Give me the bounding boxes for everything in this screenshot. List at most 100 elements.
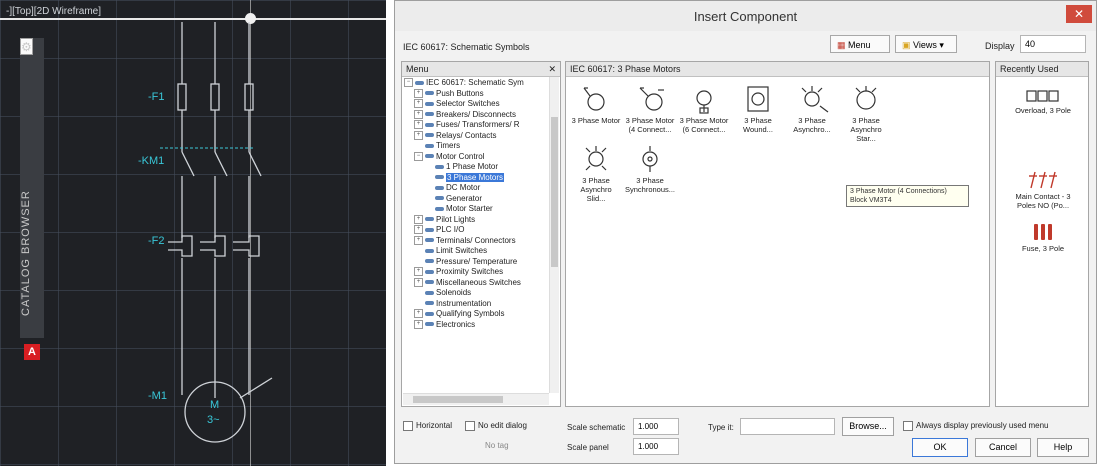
symbol-folder-icon bbox=[425, 91, 434, 96]
symbol-folder-icon bbox=[425, 143, 434, 148]
overload-2 bbox=[200, 235, 226, 257]
tree-item-label: Fuses/ Transformers/ R bbox=[436, 120, 520, 129]
fuse-3 bbox=[244, 83, 254, 111]
symbol-folder-icon bbox=[415, 80, 424, 85]
tree-item[interactable]: + Fuses/ Transformers/ R bbox=[404, 120, 544, 131]
views-icon: ▣ bbox=[902, 40, 911, 50]
tree-vertical-scrollbar[interactable] bbox=[549, 77, 559, 393]
tree-item[interactable]: Instrumentation bbox=[404, 299, 544, 310]
tree-item[interactable]: Solenoids bbox=[404, 288, 544, 299]
symbol-folder-icon bbox=[435, 206, 444, 211]
expander-icon[interactable]: − bbox=[404, 78, 413, 88]
tree-item-label: Proximity Switches bbox=[436, 267, 504, 276]
always-display-checkbox[interactable]: Always display previously used menu bbox=[903, 421, 1049, 431]
display-size-input[interactable] bbox=[1020, 35, 1086, 53]
three-phase-async-slip-icon bbox=[585, 146, 607, 171]
tree-item[interactable]: + Push Buttons bbox=[404, 89, 544, 100]
scale-panel-label: Scale panel bbox=[567, 443, 609, 452]
symbol-folder-icon bbox=[425, 280, 434, 285]
ok-button[interactable]: OK bbox=[912, 438, 968, 457]
dialog-title: Insert Component bbox=[693, 9, 798, 24]
no-tag-checkbox[interactable]: No tag bbox=[485, 441, 509, 450]
type-it-input[interactable] bbox=[740, 418, 835, 435]
component-item[interactable]: 3 Phase Wound... bbox=[732, 84, 784, 134]
tree-item[interactable]: − Motor Control bbox=[404, 152, 544, 163]
symbol-folder-icon bbox=[425, 112, 434, 117]
symbol-folder-icon bbox=[425, 269, 434, 274]
expander-icon[interactable]: + bbox=[414, 120, 423, 130]
symbol-folder-icon bbox=[435, 164, 444, 169]
motor-label-3phase: 3~ bbox=[207, 414, 220, 426]
tree-item[interactable]: Limit Switches bbox=[404, 246, 544, 257]
schematic-drawing bbox=[160, 22, 273, 443]
expander-icon[interactable]: − bbox=[414, 151, 423, 161]
tree-horizontal-scrollbar[interactable] bbox=[403, 393, 549, 405]
expander-icon[interactable]: + bbox=[414, 109, 423, 119]
tree-item[interactable]: − IEC 60617: Schematic Sym bbox=[404, 78, 544, 89]
expander-icon[interactable]: + bbox=[414, 88, 423, 98]
three-phase-wound-motor-icon bbox=[747, 86, 769, 112]
tree-item[interactable]: + PLC I/O bbox=[404, 225, 544, 236]
component-item[interactable]: 3 Phase Motor (6 Connect... bbox=[678, 84, 730, 134]
close-icon[interactable]: ✕ bbox=[548, 62, 556, 76]
no-edit-dialog-checkbox[interactable]: No edit dialog bbox=[465, 421, 527, 431]
tree-item[interactable]: + Proximity Switches bbox=[404, 267, 544, 278]
component-item[interactable]: 3 Phase Synchronous... bbox=[624, 144, 676, 194]
dialog-titlebar[interactable]: Insert Component ✕ bbox=[395, 1, 1096, 31]
tree-item[interactable]: 3 Phase Motors bbox=[404, 172, 544, 184]
symbol-folder-icon bbox=[425, 290, 434, 295]
tree-item[interactable]: + Relays/ Contacts bbox=[404, 131, 544, 142]
tree-item[interactable]: + Breakers/ Disconnects bbox=[404, 110, 544, 121]
tree-item-label: IEC 60617: Schematic Sym bbox=[426, 78, 524, 87]
browse-button[interactable]: Browse... bbox=[842, 417, 894, 436]
component-item[interactable]: 3 Phase Asynchro Slid... bbox=[570, 144, 622, 203]
tree-item[interactable]: + Pilot Lights bbox=[404, 215, 544, 226]
tree-item-label: 1 Phase Motor bbox=[446, 162, 499, 171]
close-icon[interactable]: ✕ bbox=[1066, 5, 1092, 23]
scale-panel-input[interactable] bbox=[633, 438, 679, 455]
component-item[interactable]: 3 Phase Motor bbox=[570, 84, 622, 125]
three-phase-motor-icon bbox=[583, 87, 605, 111]
recent-item[interactable]: Fuse, 3 Pole bbox=[1008, 222, 1078, 253]
menu-tree[interactable]: − IEC 60617: Schematic Sym + Push Buttons + S… bbox=[404, 78, 544, 330]
views-button[interactable]: ▣ Views ▾ bbox=[895, 35, 957, 53]
horizontal-checkbox[interactable]: Horizontal bbox=[403, 421, 452, 431]
component-label: 3 Phase Synchronous... bbox=[624, 176, 676, 194]
component-item[interactable]: 3 Phase Asynchro... bbox=[786, 84, 838, 134]
symbol-folder-icon bbox=[425, 322, 434, 327]
help-button[interactable]: Help bbox=[1037, 438, 1089, 457]
scale-schematic-input[interactable] bbox=[633, 418, 679, 435]
menu-button[interactable]: ▦ Menu bbox=[830, 35, 890, 53]
tree-item[interactable]: Generator bbox=[404, 194, 544, 205]
cad-viewport[interactable]: -][Top][2D Wireframe] × ⊳ ⚙ CATALOG BROW… bbox=[0, 0, 386, 466]
tree-item[interactable]: Motor Starter bbox=[404, 204, 544, 215]
menu-panel-header: Menu ✕ bbox=[402, 62, 560, 77]
tree-item[interactable]: + Electronics bbox=[404, 320, 544, 331]
recent-item[interactable]: Main Contact - 3 Poles NO (Po... bbox=[1008, 168, 1078, 210]
cancel-button[interactable]: Cancel bbox=[975, 438, 1031, 457]
label-m1: -M1 bbox=[148, 390, 167, 402]
expander-icon[interactable]: + bbox=[414, 235, 423, 245]
component-item[interactable]: 3 Phase Asynchro Star... bbox=[840, 84, 892, 143]
tree-item[interactable]: DC Motor bbox=[404, 183, 544, 194]
expander-icon[interactable]: + bbox=[414, 267, 423, 277]
expander-icon[interactable]: + bbox=[414, 225, 423, 235]
expander-icon[interactable]: + bbox=[414, 214, 423, 224]
expander-icon[interactable]: + bbox=[414, 99, 423, 109]
symbol-folder-icon bbox=[425, 301, 434, 306]
checkbox-icon bbox=[465, 421, 475, 431]
three-phase-motor-6-conn-icon bbox=[696, 90, 712, 114]
recent-item[interactable]: Overload, 3 Pole bbox=[1008, 88, 1078, 115]
tree-item[interactable]: + Qualifying Symbols bbox=[404, 309, 544, 320]
tree-item[interactable]: + Terminals/ Connectors bbox=[404, 236, 544, 247]
expander-icon[interactable]: + bbox=[414, 309, 423, 319]
component-item[interactable]: 3 Phase Motor (4 Connect... bbox=[624, 84, 676, 134]
tree-item[interactable]: + Selector Switches bbox=[404, 99, 544, 110]
expander-icon[interactable]: + bbox=[414, 319, 423, 329]
tree-item[interactable]: Pressure/ Temperature bbox=[404, 257, 544, 268]
tree-item[interactable]: + Miscellaneous Switches bbox=[404, 278, 544, 289]
expander-icon[interactable]: + bbox=[414, 277, 423, 287]
tree-item[interactable]: Timers bbox=[404, 141, 544, 152]
tree-item[interactable]: 1 Phase Motor bbox=[404, 162, 544, 173]
expander-icon[interactable]: + bbox=[414, 130, 423, 140]
